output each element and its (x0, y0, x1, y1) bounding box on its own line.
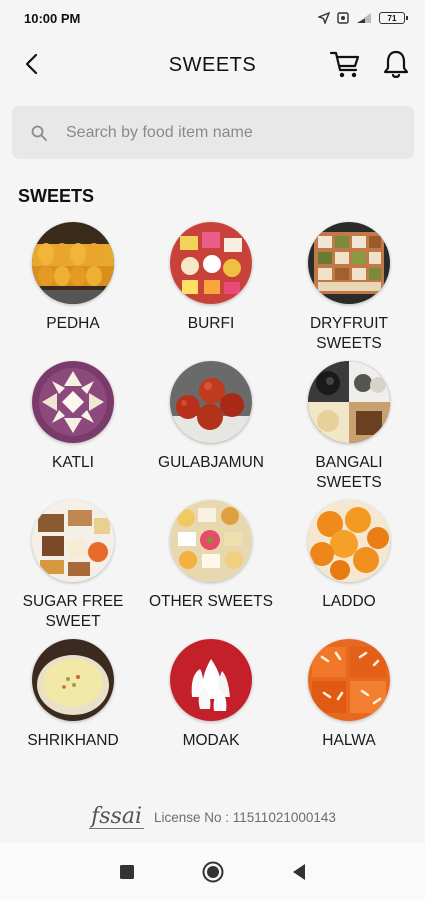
cart-icon (329, 51, 360, 78)
category-pedha[interactable]: PEDHA (4, 222, 142, 361)
fssai-logo: fssai (89, 803, 144, 829)
category-dryfruit-sweets[interactable]: DRYFRUIT SWEETS (280, 222, 418, 361)
status-icons: 71 (318, 12, 408, 24)
category-shrikhand[interactable]: SHRIKHAND (4, 639, 142, 778)
home-button[interactable] (200, 859, 226, 885)
category-label: OTHER SWEETS (148, 593, 273, 610)
system-back-button[interactable] (286, 859, 312, 885)
license-footer: fssai License No : 11511021000143 (0, 800, 425, 834)
category-label: LADDO (322, 593, 376, 610)
category-label: BURFI (187, 315, 235, 332)
category-label: MODAK (182, 732, 240, 749)
status-bar: 10:00 PM 71 (0, 0, 425, 36)
category-halwa[interactable]: HALWA (280, 639, 418, 778)
category-image (170, 639, 252, 721)
system-navigation-bar (0, 843, 425, 900)
search-bar[interactable] (12, 106, 414, 159)
gallery-icon (337, 12, 349, 24)
category-label: BANGALI SWEETS (315, 454, 383, 491)
category-label: HALWA (322, 732, 376, 749)
recents-button[interactable] (114, 859, 140, 885)
battery-icon: 71 (379, 12, 408, 24)
category-image (170, 222, 252, 304)
bell-icon (383, 50, 409, 78)
category-katli[interactable]: KATLI (4, 361, 142, 500)
category-image (308, 222, 390, 304)
triangle-back-icon (292, 863, 305, 880)
category-label: KATLI (52, 454, 94, 471)
category-grid: PEDHA BURFI DRYFRUIT SWEETS KATLI GULABJ… (4, 222, 420, 778)
square-icon (119, 864, 134, 879)
category-laddo[interactable]: LADDO (280, 500, 418, 639)
category-image (170, 500, 252, 582)
notifications-button[interactable] (380, 47, 412, 81)
category-label: PEDHA (46, 315, 100, 332)
category-label: GULABJAMUN (158, 454, 264, 471)
license-number: License No : 11511021000143 (153, 809, 336, 825)
status-time: 10:00 PM (24, 10, 81, 26)
category-label: DRYFRUIT SWEETS (309, 315, 389, 352)
category-gulabjamun[interactable]: GULABJAMUN (142, 361, 280, 500)
location-icon (318, 12, 330, 24)
category-image (32, 222, 114, 304)
category-image (32, 361, 114, 443)
category-bangali-sweets[interactable]: BANGALI SWEETS (280, 361, 418, 500)
back-button[interactable] (18, 50, 46, 78)
category-image (308, 639, 390, 721)
category-image (32, 500, 114, 582)
section-title: SWEETS (18, 186, 95, 206)
back-arrow-icon (25, 53, 38, 75)
search-input[interactable] (66, 123, 386, 142)
category-image (32, 639, 114, 721)
signal-icon (357, 13, 371, 23)
page-title: SWEETS (168, 53, 257, 76)
category-sugar-free-sweet[interactable]: SUGAR FREE SWEET (4, 500, 142, 639)
battery-level: 71 (387, 13, 397, 23)
category-burfi[interactable]: BURFI (142, 222, 280, 361)
category-modak[interactable]: MODAK (142, 639, 280, 778)
category-label: SHRIKHAND (27, 732, 119, 749)
app-header: SWEETS (0, 36, 425, 94)
circle-icon (202, 861, 223, 882)
category-image (308, 361, 390, 443)
search-icon (31, 125, 47, 141)
category-label: SUGAR FREE SWEET (22, 593, 124, 630)
category-other-sweets[interactable]: OTHER SWEETS (142, 500, 280, 639)
cart-button[interactable] (328, 47, 362, 81)
category-image (308, 500, 390, 582)
category-image (170, 361, 252, 443)
